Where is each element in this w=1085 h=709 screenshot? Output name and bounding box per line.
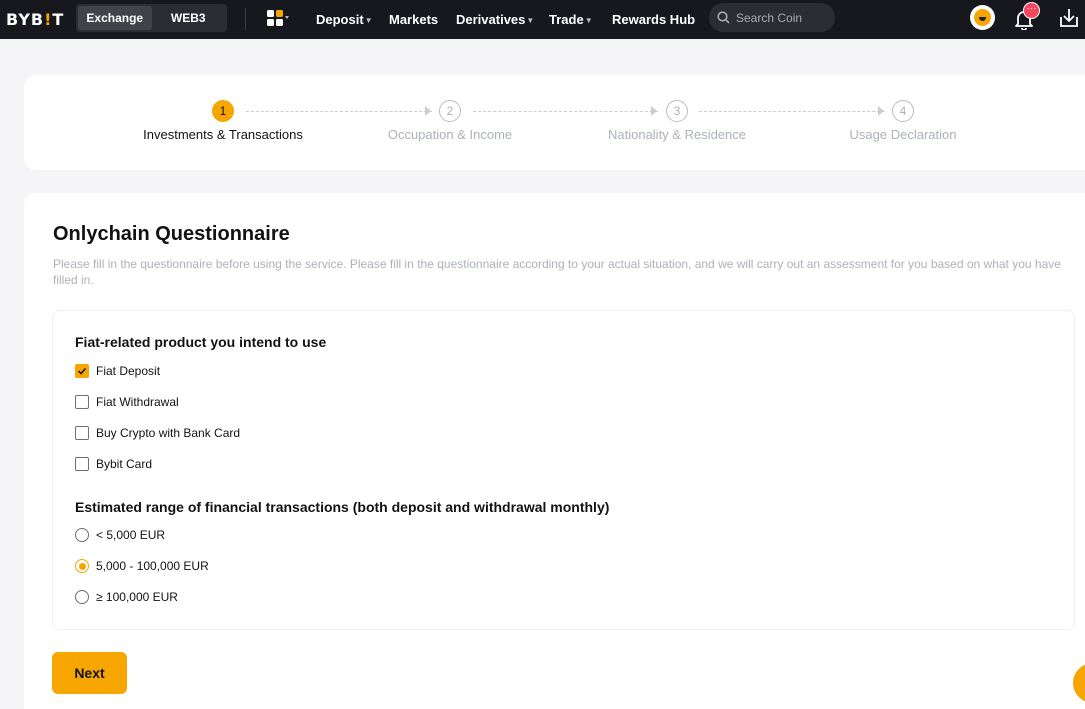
radio-5000-100000[interactable]: 5,000 - 100,000 EUR [75,559,209,573]
download-icon[interactable] [1059,7,1079,29]
checkbox-fiat-deposit[interactable]: Fiat Deposit [75,364,160,378]
option-label: Fiat Deposit [96,364,161,378]
progress-stepper: 1 Investments & Transactions 2 Occupatio… [24,75,1085,170]
nav-markets-label: Markets [389,12,439,27]
search-input[interactable] [736,10,826,25]
chevron-down-icon: ▼ [364,15,373,25]
check-icon [77,367,87,375]
logo-text-end: T [52,10,65,29]
step-number: 4 [892,100,914,122]
step-label: Investments & Transactions [143,127,303,142]
next-button[interactable]: Next [52,652,127,694]
step-number: 1 [212,100,234,122]
nav-rewards-hub-label: Rewards Hub [612,12,696,27]
radio-under-5000[interactable]: < 5,000 EUR [75,528,165,542]
nav-divider [245,8,246,30]
option-label: Buy Crypto with Bank Card [96,426,241,440]
apps-grid-icon[interactable] [267,10,289,26]
exchange-web3-switch: Exchange WEB3 [76,4,227,32]
chevron-down-icon: ▼ [584,15,593,25]
avatar-face-icon [974,9,991,26]
chevron-down-icon: ▼ [526,15,535,25]
bybit-logo[interactable]: BYB!T [6,10,64,29]
step-number: 3 [666,100,688,122]
nav-derivatives[interactable]: Derivatives ▼ [456,0,534,39]
nav-trade-label: Trade [549,12,584,27]
checkbox-buy-crypto-bank-card[interactable]: Buy Crypto with Bank Card [75,426,240,440]
radio-over-100000[interactable]: ≥ 100,000 EUR [75,590,178,604]
step-usage-declaration: 4 Usage Declaration [793,100,1013,142]
search-icon [717,11,730,24]
top-navigation-bar: BYB!T Exchange WEB3 Deposit ▼ Markets Der… [0,0,1085,39]
questionnaire-card: Onlychain Questionnaire Please fill in t… [24,193,1085,709]
option-label: ≥ 100,000 EUR [96,590,178,604]
step-nationality-residence: 3 Nationality & Residence [567,100,787,142]
radio-unselected[interactable] [75,528,89,542]
option-label: 5,000 - 100,000 EUR [96,559,209,573]
option-label: < 5,000 EUR [96,528,166,542]
step-label: Occupation & Income [387,127,513,142]
search-box[interactable] [709,3,835,32]
option-label: Bybit Card [96,457,153,471]
step-label: Usage Declaration [849,127,957,142]
nav-deposit[interactable]: Deposit ▼ [316,0,373,39]
step-number: 2 [439,100,461,122]
nav-markets[interactable]: Markets [389,0,438,39]
notification-badge: ··· [1023,2,1040,19]
option-label: Fiat Withdrawal [96,395,179,409]
step-occupation-income: 2 Occupation & Income [340,100,560,142]
checkbox-fiat-withdrawal[interactable]: Fiat Withdrawal [75,395,179,409]
question-transaction-range: Estimated range of financial transaction… [75,499,610,515]
question-fiat-products: Fiat-related product you intend to use [75,334,327,350]
checkbox-checked[interactable] [75,364,89,378]
step-investments-transactions: 1 Investments & Transactions [113,100,333,142]
checkbox-unchecked[interactable] [75,457,89,471]
questions-box: Fiat-related product you intend to use F… [52,310,1075,630]
nav-derivatives-label: Derivatives [456,12,526,27]
radio-unselected[interactable] [75,590,89,604]
avatar[interactable] [970,5,995,30]
nav-trade[interactable]: Trade ▼ [549,0,593,39]
nav-deposit-label: Deposit [316,12,364,27]
nav-rewards-hub[interactable]: Rewards Hub [612,0,695,39]
checkbox-bybit-card[interactable]: Bybit Card [75,457,152,471]
logo-text: BYB [6,10,45,29]
web3-tab[interactable]: WEB3 [152,6,226,30]
page-title: Onlychain Questionnaire [53,223,290,245]
exchange-tab[interactable]: Exchange [78,6,152,30]
step-label: Nationality & Residence [607,127,747,142]
page-description: Please fill in the questionnaire before … [53,257,1061,287]
radio-selected[interactable] [75,559,89,573]
checkbox-unchecked[interactable] [75,426,89,440]
checkbox-unchecked[interactable] [75,395,89,409]
